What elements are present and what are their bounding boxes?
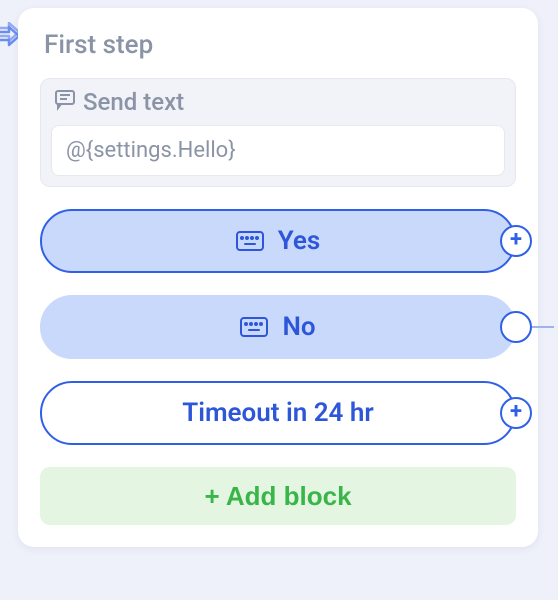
yes-label: Yes [278,226,321,256]
yes-port-button[interactable] [500,225,532,257]
timeout-label: Timeout in 24 hr [182,398,374,428]
no-button[interactable]: No [40,295,516,359]
connector-line [532,326,554,328]
keyboard-icon [240,317,268,337]
send-text-input[interactable]: @{settings.Hello} [51,125,505,176]
no-port-button[interactable] [500,311,532,343]
choice-row-no: No [40,295,516,359]
timeout-button[interactable]: Timeout in 24 hr [40,381,516,445]
add-block-label: + Add block [204,481,351,512]
no-label: No [282,312,315,342]
send-text-label: Send text [83,88,184,116]
timeout-port-button[interactable] [500,397,532,429]
choice-row-yes: Yes [40,209,516,273]
card-title: First step [40,30,516,60]
step-card: First step Send text @{settings.Hello} [18,8,538,547]
send-text-block[interactable]: Send text @{settings.Hello} [40,78,516,187]
add-block-button[interactable]: + Add block [40,467,516,525]
timeout-row: Timeout in 24 hr [40,381,516,445]
keyboard-icon [236,231,264,251]
message-icon [53,87,77,117]
send-text-header: Send text [51,87,505,117]
yes-button[interactable]: Yes [40,209,516,273]
